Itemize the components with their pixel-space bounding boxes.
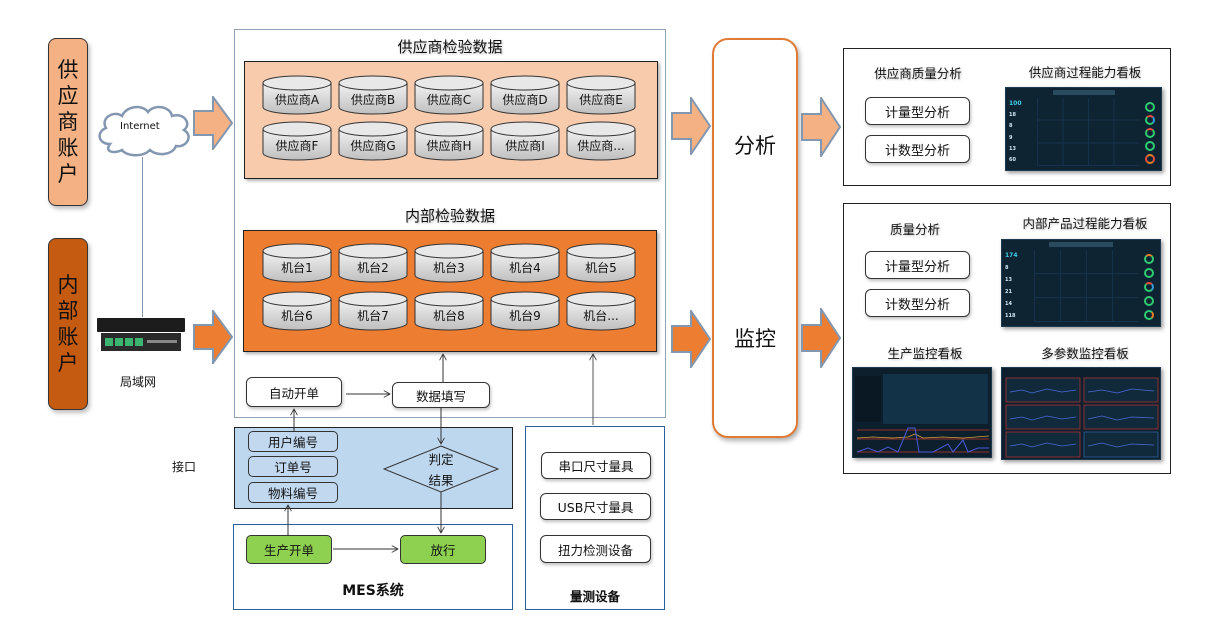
dashboard-stat: 100: [1009, 99, 1022, 107]
arrow-right-icon: [801, 97, 841, 157]
arrow-right-icon: [671, 97, 711, 155]
analysis-monitor-pill: [712, 38, 798, 438]
ring-gauge-icon: [1144, 254, 1155, 264]
production-monitor-chart: [853, 368, 991, 457]
dashboard-stat: 118: [1005, 313, 1016, 319]
arrow-right-icon: [671, 310, 711, 368]
multi-param-dashboard-thumbnail[interactable]: [1001, 367, 1161, 460]
dashboard-table-grid: [1033, 250, 1138, 322]
multi-param-monitor-charts: [1002, 368, 1160, 459]
supplier-attribute-analysis-button[interactable]: 计数型分析: [865, 135, 970, 163]
dashboard-table-grid: [1037, 98, 1140, 166]
dashboard-stat: 60: [1009, 157, 1016, 164]
internal-capability-dashboard-thumbnail[interactable]: 174 8 13 21 14 118: [1001, 239, 1161, 327]
dashboard-stat: 174: [1005, 252, 1018, 259]
dashboard-stat: 14: [1005, 301, 1012, 307]
dashboard-stat: 13: [1005, 277, 1012, 283]
ring-gauge-icon: [1145, 114, 1156, 125]
dashboard-stat: 13: [1009, 145, 1016, 152]
ring-gauge-icon: [1144, 268, 1155, 278]
ring-gauge-icon: [1145, 141, 1156, 152]
supplier-board-title: 供应商过程能力看板: [1028, 65, 1142, 80]
production-monitor-dashboard-thumbnail[interactable]: [852, 367, 992, 458]
ring-gauge-icon: [1145, 127, 1156, 138]
ring-gauge-icon: [1144, 296, 1155, 306]
multi-param-board-title: 多参数监控看板: [1041, 346, 1129, 361]
monitor-label: 监控: [734, 327, 776, 351]
dashboard-stat: 21: [1005, 289, 1012, 295]
internal-attribute-analysis-button[interactable]: 计数型分析: [865, 289, 970, 317]
supplier-capability-dashboard-thumbnail[interactable]: 100 18 8 9 13 60: [1005, 87, 1162, 171]
analysis-label: 分析: [734, 134, 776, 158]
dashboard-stat: 18: [1009, 111, 1016, 118]
dashboard-stat: 8: [1005, 265, 1009, 271]
supplier-quality-title: 供应商质量分析: [874, 66, 962, 81]
ring-gauge-icon: [1144, 282, 1155, 292]
dashboard-header: [1049, 242, 1113, 247]
dashboard-header: [1052, 90, 1115, 95]
dashboard-ring-gauges: [1141, 252, 1157, 322]
dashboard-stat: 9: [1009, 134, 1013, 141]
dashboard-ring-gauges: [1143, 100, 1159, 166]
supplier-variable-analysis-button[interactable]: 计量型分析: [865, 97, 970, 125]
internal-board-title: 内部产品过程能力看板: [1022, 216, 1148, 231]
dashboard-side-stats: 100 18 8 9 13 60: [1009, 98, 1034, 166]
ring-gauge-icon: [1145, 101, 1156, 112]
arrow-right-icon: [801, 308, 841, 368]
production-monitor-board-title: 生产监控看板: [887, 346, 963, 361]
internal-quality-title: 质量分析: [889, 222, 940, 237]
dashboard-stat: 8: [1009, 123, 1013, 130]
internal-variable-analysis-button[interactable]: 计量型分析: [865, 251, 970, 279]
ring-gauge-icon: [1144, 310, 1155, 320]
dashboard-side-stats: 174 8 13 21 14 118: [1005, 250, 1030, 322]
ring-gauge-icon: [1145, 154, 1156, 165]
